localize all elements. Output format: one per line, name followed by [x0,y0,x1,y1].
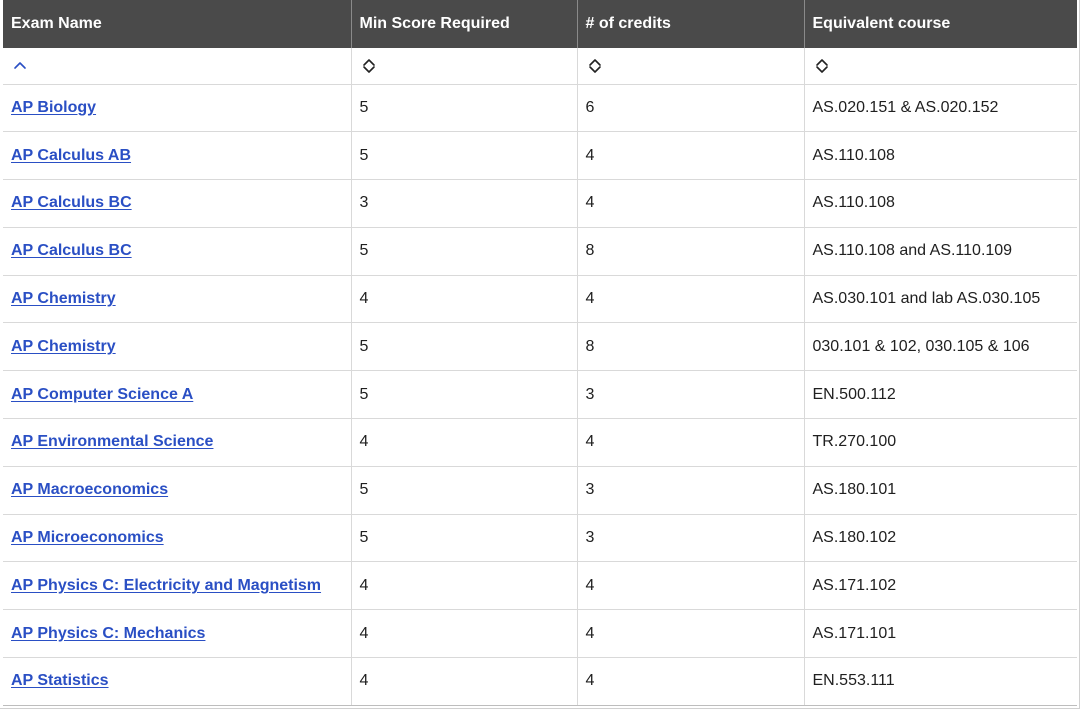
exam-name-cell: AP Microeconomics [3,514,351,563]
credits-cell: 4 [576,131,804,181]
credits-cell: 8 [576,227,804,276]
exam-link[interactable]: AP Calculus BC [11,194,132,211]
credits-cell: 8 [576,322,804,372]
exam-link[interactable]: AP Computer Science A [11,386,193,403]
table-row: AP Macroeconomics 5 3 AS.180.101 [3,466,1077,515]
sort-cell-credits [576,48,804,85]
min-score-cell: 4 [350,275,577,324]
min-score-cell: 4 [350,561,577,611]
equivalent-course-cell: AS.110.108 [803,179,1077,228]
table-row: AP Physics C: Mechanics 4 4 AS.171.101 [3,609,1077,659]
column-header-min-score: Min Score Required [350,0,577,48]
exam-name-cell: AP Biology [3,84,351,133]
exam-link[interactable]: AP Statistics [11,672,109,689]
sort-both-icon[interactable] [360,57,378,75]
exam-name-cell: AP Calculus AB [3,131,351,181]
table-row: AP Microeconomics 5 3 AS.180.102 [3,514,1077,563]
exam-name-cell: AP Environmental Science [3,418,351,467]
exam-link[interactable]: AP Macroeconomics [11,481,168,498]
exam-name-cell: AP Macroeconomics [3,466,351,515]
table-row: AP Calculus AB 5 4 AS.110.108 [3,131,1077,181]
credits-cell: 3 [576,370,804,420]
min-score-cell: 4 [350,609,577,659]
min-score-cell: 4 [350,657,577,706]
min-score-cell: 5 [350,322,577,372]
exam-link[interactable]: AP Environmental Science [11,433,213,450]
sort-both-icon[interactable] [813,57,831,75]
exam-name-cell: AP Calculus BC [3,227,351,276]
table-row: AP Statistics 4 4 EN.553.111 [3,657,1077,706]
credits-cell: 3 [576,466,804,515]
equivalent-course-cell: TR.270.100 [803,418,1077,467]
equivalent-course-cell: AS.110.108 [803,131,1077,181]
table-row: AP Biology 5 6 AS.020.151 & AS.020.152 [3,84,1077,133]
equivalent-course-cell: EN.500.112 [803,370,1077,420]
equivalent-course-cell: AS.171.101 [803,609,1077,659]
exam-link[interactable]: AP Microeconomics [11,529,164,546]
exam-name-cell: AP Calculus BC [3,179,351,228]
exam-link[interactable]: AP Physics C: Mechanics [11,625,205,642]
exam-name-cell: AP Physics C: Electricity and Magnetism [3,561,351,611]
ap-credit-table: Exam Name Min Score Required # of credit… [3,0,1077,706]
min-score-cell: 5 [350,514,577,563]
credits-cell: 4 [576,657,804,706]
equivalent-course-cell: AS.180.102 [803,514,1077,563]
column-header-equivalent-course: Equivalent course [803,0,1077,48]
sort-cell-exam-name [3,48,351,85]
credits-cell: 4 [576,179,804,228]
credits-cell: 6 [576,84,804,133]
sort-both-icon[interactable] [586,57,604,75]
table-row: AP Physics C: Electricity and Magnetism … [3,561,1077,611]
sort-cell-equivalent-course [803,48,1077,85]
table-row: AP Chemistry 5 8 030.101 & 102, 030.105 … [3,322,1077,372]
min-score-cell: 5 [350,466,577,515]
credits-cell: 3 [576,514,804,563]
min-score-cell: 5 [350,370,577,420]
table-row: AP Environmental Science 4 4 TR.270.100 [3,418,1077,467]
exam-link[interactable]: AP Biology [11,99,96,116]
table-header-row: Exam Name Min Score Required # of credit… [3,0,1077,48]
equivalent-course-cell: AS.180.101 [803,466,1077,515]
exam-name-cell: AP Chemistry [3,275,351,324]
credits-cell: 4 [576,609,804,659]
equivalent-course-cell: AS.030.101 and lab AS.030.105 [803,275,1077,324]
table-row: AP Calculus BC 3 4 AS.110.108 [3,179,1077,228]
credits-cell: 4 [576,561,804,611]
min-score-cell: 5 [350,131,577,181]
exam-link[interactable]: AP Chemistry [11,290,116,307]
credits-cell: 4 [576,275,804,324]
equivalent-course-cell: AS.020.151 & AS.020.152 [803,84,1077,133]
table-row: AP Chemistry 4 4 AS.030.101 and lab AS.0… [3,275,1077,324]
min-score-cell: 4 [350,418,577,467]
exam-name-cell: AP Computer Science A [3,370,351,420]
exam-link[interactable]: AP Calculus AB [11,147,131,164]
min-score-cell: 5 [350,227,577,276]
column-header-exam-name: Exam Name [3,0,351,48]
exam-link[interactable]: AP Physics C: Electricity and Magnetism [11,577,321,594]
equivalent-course-cell: 030.101 & 102, 030.105 & 106 [803,322,1077,372]
min-score-cell: 5 [350,84,577,133]
table-row: AP Calculus BC 5 8 AS.110.108 and AS.110… [3,227,1077,276]
exam-link[interactable]: AP Chemistry [11,338,116,355]
table-row: AP Computer Science A 5 3 EN.500.112 [3,370,1077,420]
exam-name-cell: AP Chemistry [3,322,351,372]
exam-name-cell: AP Physics C: Mechanics [3,609,351,659]
equivalent-course-cell: AS.110.108 and AS.110.109 [803,227,1077,276]
column-header-credits: # of credits [576,0,804,48]
exam-name-cell: AP Statistics [3,657,351,706]
sort-cell-min-score [350,48,577,85]
min-score-cell: 3 [350,179,577,228]
sort-controls-row [3,48,1077,85]
credits-cell: 4 [576,418,804,467]
exam-link[interactable]: AP Calculus BC [11,242,132,259]
sort-ascending-icon[interactable] [11,57,29,75]
equivalent-course-cell: AS.171.102 [803,561,1077,611]
equivalent-course-cell: EN.553.111 [803,657,1077,706]
